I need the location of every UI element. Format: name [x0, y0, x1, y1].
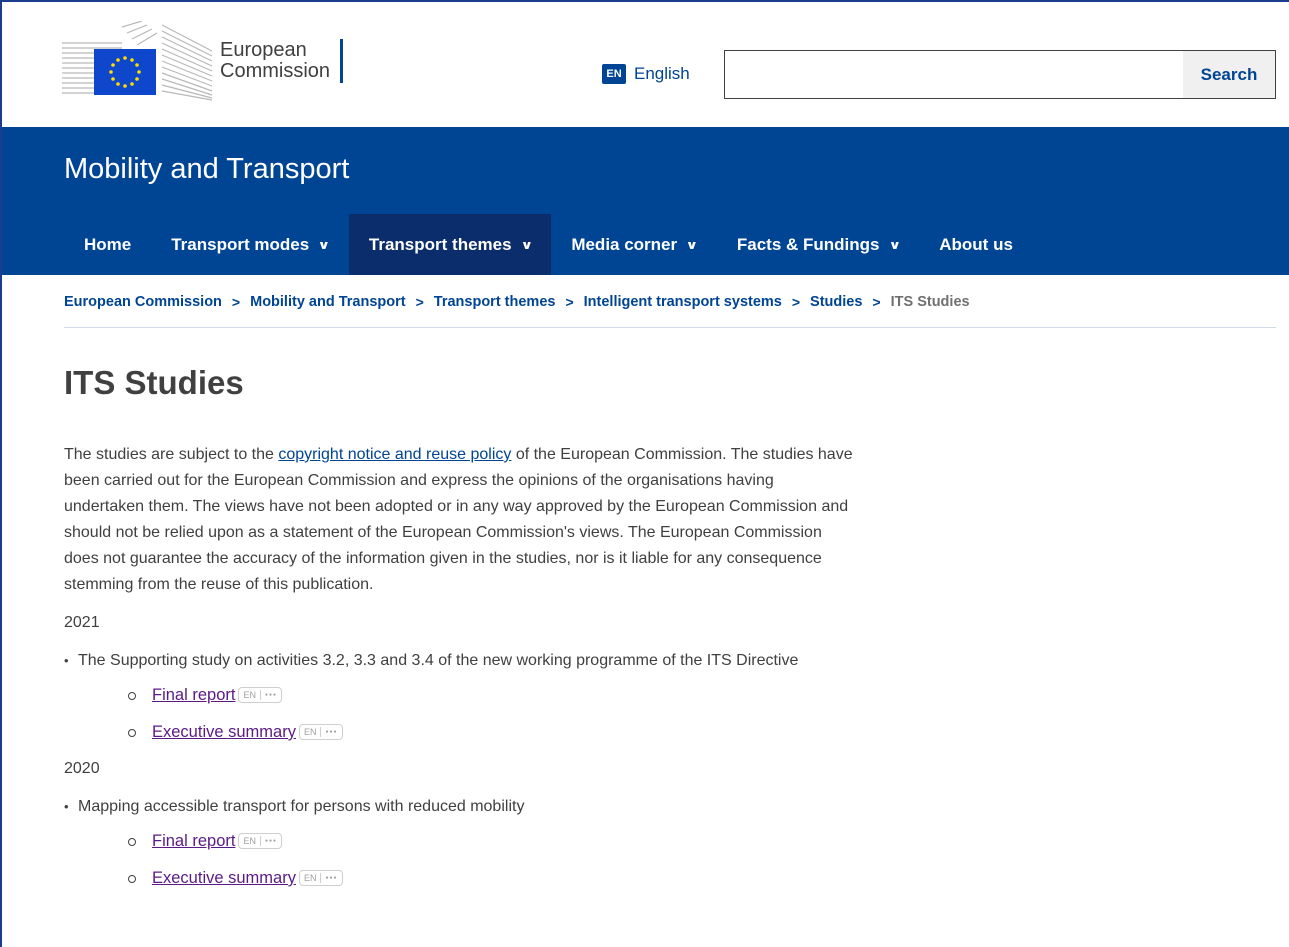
language-label: English: [634, 64, 690, 83]
nav-label: Transport themes: [368, 234, 512, 254]
final-report-link[interactable]: Final report: [152, 686, 235, 704]
more-icon: ●●●: [325, 875, 338, 881]
chevron-right-icon: >: [872, 294, 881, 310]
list-item: Executive summary EN ●●●: [78, 719, 854, 746]
site-title[interactable]: Mobility and Transport: [64, 153, 349, 186]
nav-item-about-us[interactable]: About us: [919, 214, 1033, 275]
list-item: Executive summary EN ●●●: [78, 865, 854, 892]
study-title: Mapping accessible transport for persons…: [78, 798, 525, 815]
logo-art: [62, 21, 214, 101]
executive-summary-link[interactable]: Executive summary: [152, 723, 296, 741]
language-options-badge[interactable]: EN ●●●: [298, 870, 343, 886]
nav-item-home[interactable]: Home: [64, 214, 151, 275]
chevron-right-icon: >: [791, 294, 801, 310]
more-icon: ●●●: [264, 692, 278, 698]
chevron-right-icon: >: [415, 294, 424, 310]
search-input[interactable]: [725, 51, 1183, 98]
breadcrumb-intelligent-transport-systems[interactable]: Intelligent transport systems: [584, 294, 782, 310]
language-options-badge[interactable]: EN ●●●: [238, 833, 283, 849]
chevron-down-icon: ∨: [888, 237, 901, 252]
language-options-badge[interactable]: EN ●●●: [298, 724, 343, 740]
chevron-down-icon: ∨: [317, 237, 331, 252]
search-button[interactable]: Search: [1183, 51, 1275, 98]
search-form: Search: [724, 50, 1276, 99]
nav-item-media-corner[interactable]: Media corner ∨: [551, 214, 717, 275]
nav-label: Transport modes: [171, 234, 310, 254]
chevron-right-icon: >: [565, 294, 574, 310]
nav-label: About us: [939, 234, 1013, 254]
nav-item-transport-themes[interactable]: Transport themes ∨: [348, 214, 552, 275]
nav-item-facts-fundings[interactable]: Facts & Fundings ∨: [717, 214, 919, 275]
nav-item-transport-modes[interactable]: Transport modes ∨: [151, 214, 349, 275]
breadcrumb-transport-themes[interactable]: Transport themes: [434, 294, 556, 310]
year-heading-2021: 2021: [64, 614, 100, 631]
eu-flag-icon: [94, 49, 156, 95]
final-report-link[interactable]: Final report: [152, 832, 235, 850]
intro-paragraph: The studies are subject to the copyright…: [64, 442, 854, 598]
list-item: Mapping accessible transport for persons…: [64, 794, 854, 892]
logo-text: European Commission: [220, 39, 344, 83]
list-item: The Supporting study on activities 3.2, …: [64, 648, 854, 746]
breadcrumb-studies[interactable]: Studies: [810, 294, 862, 310]
list-item: Final report EN ●●●: [78, 682, 854, 709]
main-nav: Home Transport modes ∨ Transport themes …: [64, 214, 1033, 275]
language-options-badge[interactable]: EN ●●●: [238, 687, 283, 703]
more-icon: ●●●: [325, 729, 338, 735]
breadcrumb-mobility-and-transport[interactable]: Mobility and Transport: [250, 294, 405, 310]
breadcrumb-current: ITS Studies: [890, 294, 970, 310]
documents-list: Final report EN ●●● Executive summary EN ●●●: [78, 828, 854, 892]
list-item: Final report EN ●●●: [78, 828, 854, 855]
logo-line-2: Commission: [220, 60, 331, 82]
language-code: EN: [303, 873, 317, 883]
chevron-down-icon: ∨: [520, 237, 533, 252]
site-banner: Mobility and Transport Home Transport mo…: [2, 127, 1289, 275]
page-title: ITS Studies: [64, 364, 244, 401]
breadcrumb-european-commission[interactable]: European Commission: [64, 294, 222, 310]
logo-line-1: European: [220, 39, 307, 61]
study-title: The Supporting study on activities 3.2, …: [78, 652, 799, 669]
intro-text-before: The studies are subject to the: [64, 446, 279, 463]
chevron-down-icon: ∨: [685, 237, 699, 252]
executive-summary-link[interactable]: Executive summary: [152, 869, 296, 887]
language-code-icon: EN: [602, 64, 626, 84]
language-selector[interactable]: EN English: [602, 64, 690, 84]
year-heading-2020: 2020: [64, 760, 100, 777]
documents-list: Final report EN ●●● Executive summary EN ●●●: [78, 682, 854, 746]
nav-label: Facts & Fundings: [736, 234, 880, 254]
main-content: ITS Studies The studies are subject to t…: [64, 364, 854, 902]
more-icon: ●●●: [264, 838, 278, 844]
chevron-right-icon: >: [231, 294, 241, 310]
language-code: EN: [243, 690, 256, 700]
breadcrumb: European Commission > Mobility and Trans…: [64, 294, 970, 310]
studies-list-2020: Mapping accessible transport for persons…: [64, 794, 854, 892]
nav-label: Media corner: [571, 234, 678, 254]
studies-list-2021: The Supporting study on activities 3.2, …: [64, 648, 854, 746]
language-code: EN: [303, 727, 317, 737]
copyright-notice-link[interactable]: copyright notice and reuse policy: [278, 446, 511, 463]
nav-label: Home: [84, 234, 132, 254]
language-code: EN: [243, 836, 256, 846]
intro-text-after: of the European Commission. The studies …: [64, 446, 853, 593]
top-header: European Commission EN English Search: [2, 2, 1289, 127]
breadcrumb-divider: [64, 327, 1276, 328]
european-commission-logo[interactable]: European Commission: [62, 20, 362, 102]
